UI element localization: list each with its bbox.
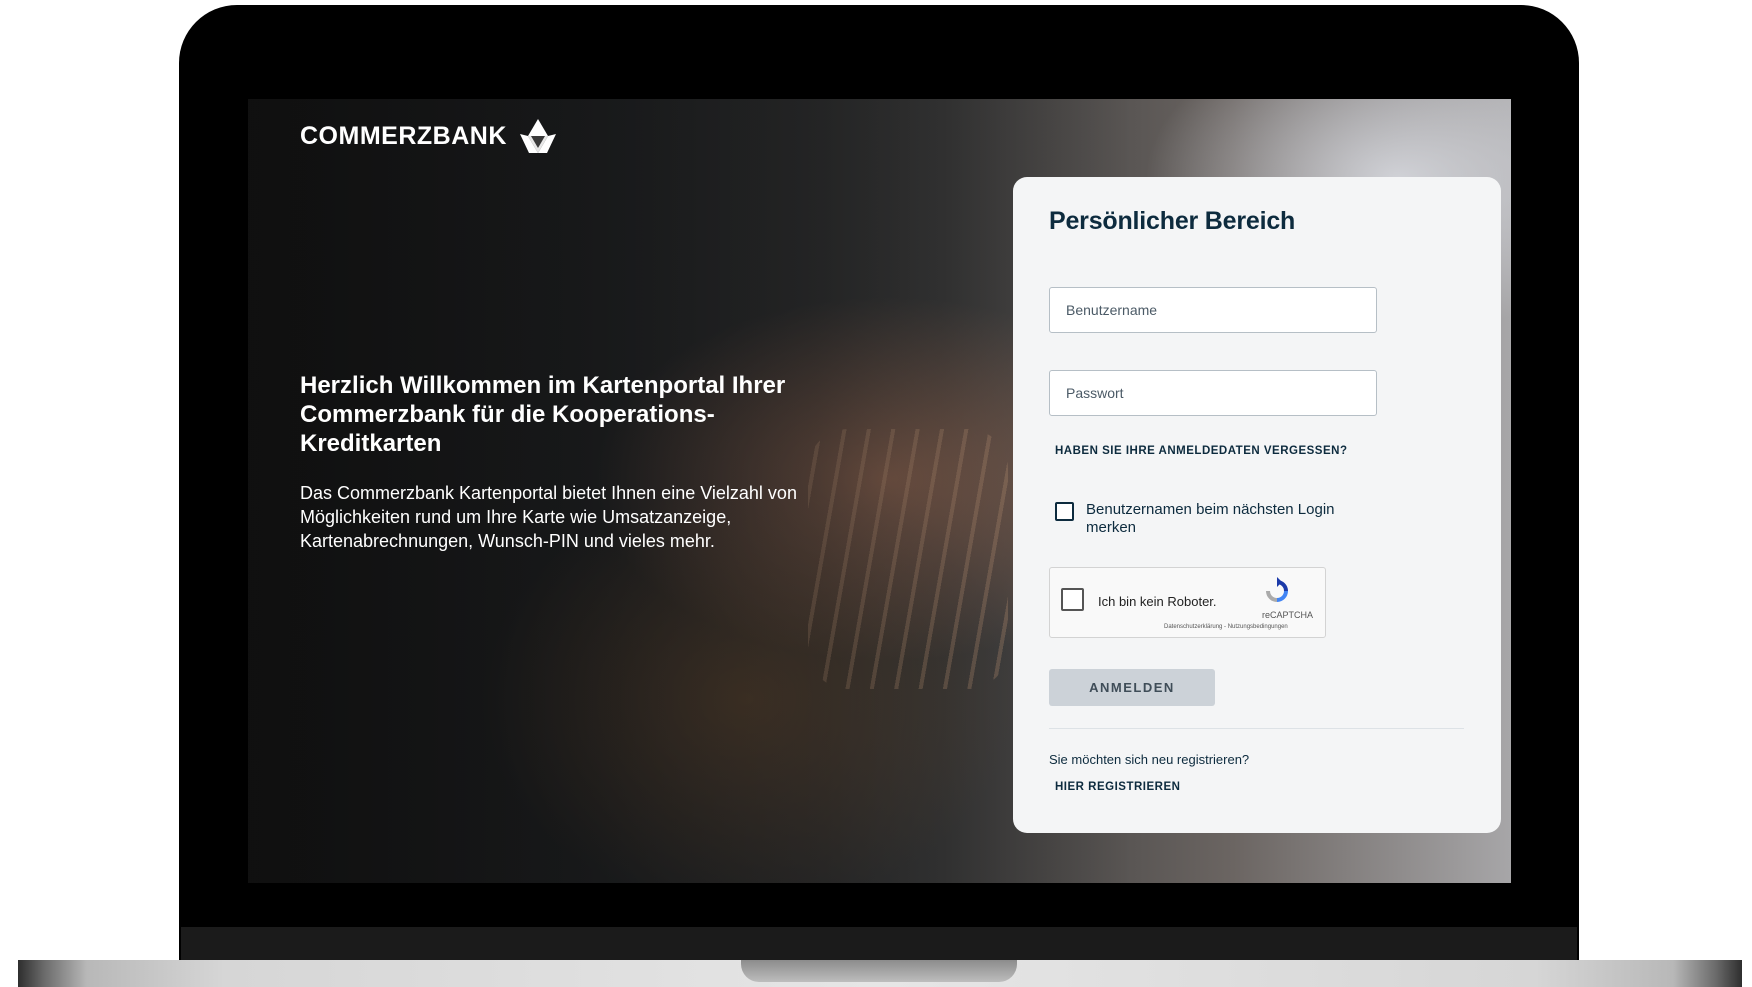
laptop-hinge [181,927,1577,961]
recaptcha-label: Ich bin kein Roboter. [1098,594,1217,609]
logo-text: COMMERZBANK [300,121,507,150]
hero-title: Herzlich Willkommen im Kartenportal Ihre… [300,372,786,457]
password-input[interactable] [1049,370,1377,416]
remember-username-row: Benutzernamen beim nächsten Login merken [1055,501,1346,537]
register-question: Sie möchten sich neu registrieren? [1049,752,1250,767]
login-card: Persönlicher Bereich HABEN SIE IHRE ANME… [1013,177,1501,833]
laptop-notch [741,960,1017,982]
recaptcha-brand: reCAPTCHA [1262,610,1314,620]
forgot-credentials-link[interactable]: HABEN SIE IHRE ANMELDEDATEN VERGESSEN? [1055,445,1347,457]
divider [1049,728,1464,729]
username-input[interactable] [1049,287,1377,333]
logo-icon [519,119,556,153]
card-title: Persönlicher Bereich [1049,207,1296,235]
recaptcha-checkbox[interactable] [1061,588,1084,611]
remember-username-checkbox[interactable] [1055,502,1074,521]
register-link[interactable]: HIER REGISTRIEREN [1055,781,1180,793]
login-button[interactable]: ANMELDEN [1049,669,1215,706]
recaptcha-widget: Ich bin kein Roboter. reCAPTCHA Datensch… [1049,567,1326,638]
hero-description: Das Commerzbank Kartenportal bietet Ihne… [300,483,797,551]
remember-username-label: Benutzernamen beim nächsten Login merken [1086,501,1335,536]
screen: COMMERZBANK Herzlich Willkommen im Karte… [248,99,1511,883]
recaptcha-icon [1266,577,1288,602]
commerzbank-logo[interactable]: COMMERZBANK [300,117,559,155]
recaptcha-links[interactable]: Datenschutzerklärung - Nutzungsbedingung… [1164,624,1288,630]
